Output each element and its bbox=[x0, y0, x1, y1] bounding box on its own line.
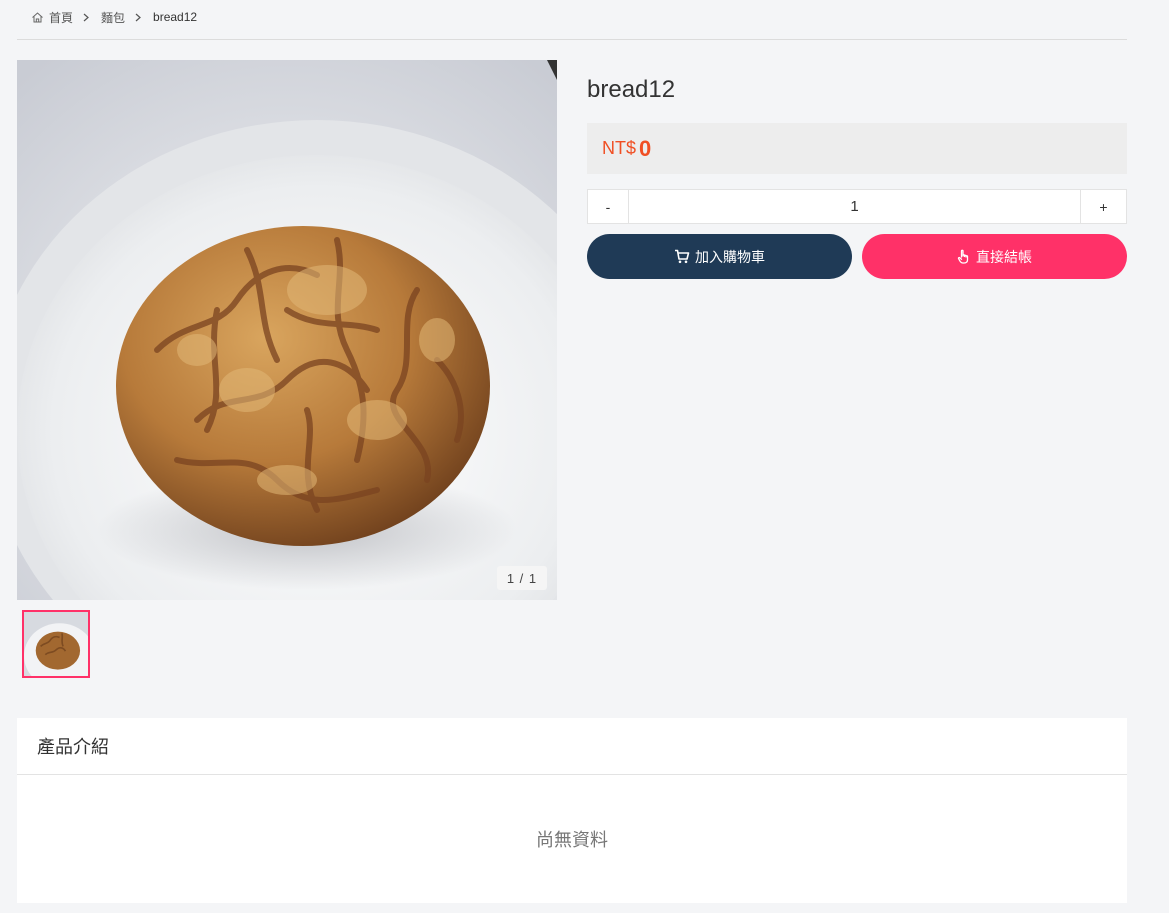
add-to-cart-label: 加入購物車 bbox=[695, 248, 765, 265]
checkout-label: 直接結帳 bbox=[976, 248, 1032, 265]
quantity-decrease-button[interactable]: - bbox=[588, 190, 629, 223]
quantity-input[interactable] bbox=[629, 190, 1080, 223]
product-title: bread12 bbox=[587, 76, 676, 103]
hand-pointer-icon bbox=[957, 249, 969, 264]
home-icon[interactable] bbox=[31, 11, 44, 24]
breadcrumb-current: bread12 bbox=[153, 10, 198, 24]
checkout-button[interactable]: 直接結帳 bbox=[862, 234, 1127, 279]
header-divider bbox=[17, 39, 1127, 40]
quantity-stepper: - + bbox=[587, 189, 1127, 224]
product-intro-title: 產品介紹 bbox=[17, 718, 1127, 775]
price-currency: NT$ bbox=[602, 138, 637, 158]
breadcrumb: 首頁 麵包 bread12 bbox=[31, 8, 197, 26]
breadcrumb-home[interactable]: 首頁 bbox=[49, 9, 73, 26]
cart-icon bbox=[675, 249, 690, 264]
product-main-image[interactable]: 1 / 1 bbox=[17, 60, 557, 600]
price-value: 0 bbox=[639, 135, 652, 161]
product-intro-card: 產品介紹 尚無資料 bbox=[17, 718, 1127, 903]
price-box: NT$ 0 bbox=[587, 123, 1127, 174]
chevron-right-icon bbox=[83, 13, 89, 22]
breadcrumb-category[interactable]: 麵包 bbox=[101, 9, 125, 26]
add-to-cart-button[interactable]: 加入購物車 bbox=[587, 234, 852, 279]
bread-thumbnail-icon bbox=[24, 612, 88, 676]
quantity-increase-button[interactable]: + bbox=[1080, 190, 1126, 223]
product-intro-empty-text: 尚無資料 bbox=[536, 829, 608, 850]
chevron-right-icon bbox=[135, 13, 141, 22]
product-thumbnail[interactable] bbox=[22, 610, 90, 678]
image-counter: 1 / 1 bbox=[497, 566, 547, 590]
bread-photo-icon bbox=[17, 60, 557, 600]
